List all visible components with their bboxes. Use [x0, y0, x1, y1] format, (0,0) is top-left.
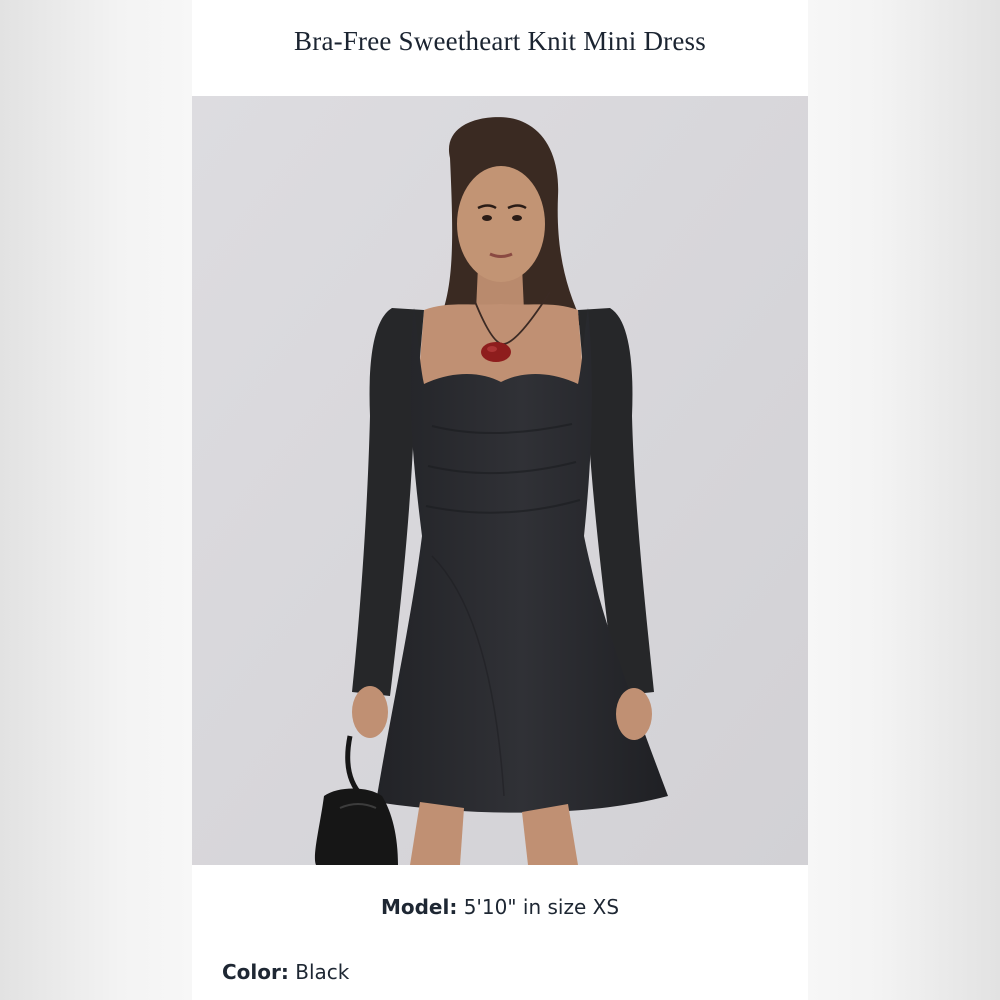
pendant-highlight [487, 346, 497, 352]
right-hand [616, 688, 652, 740]
color-label: Color: [222, 960, 289, 984]
color-value: Black [295, 960, 350, 984]
left-eye [482, 215, 492, 221]
face [457, 166, 545, 282]
model-value: 5'10" in size XS [463, 895, 620, 919]
product-photo[interactable] [192, 96, 808, 865]
model-info: Model: 5'10" in size XS [192, 895, 808, 919]
left-hand [352, 686, 388, 738]
color-info: Color: Black [222, 960, 349, 984]
right-eye [512, 215, 522, 221]
product-card: Bra-Free Sweetheart Knit Mini Dress Mode… [192, 0, 808, 1000]
model-label: Model: [380, 895, 458, 919]
pendant [481, 342, 511, 362]
product-title: Bra-Free Sweetheart Knit Mini Dress [294, 26, 706, 56]
